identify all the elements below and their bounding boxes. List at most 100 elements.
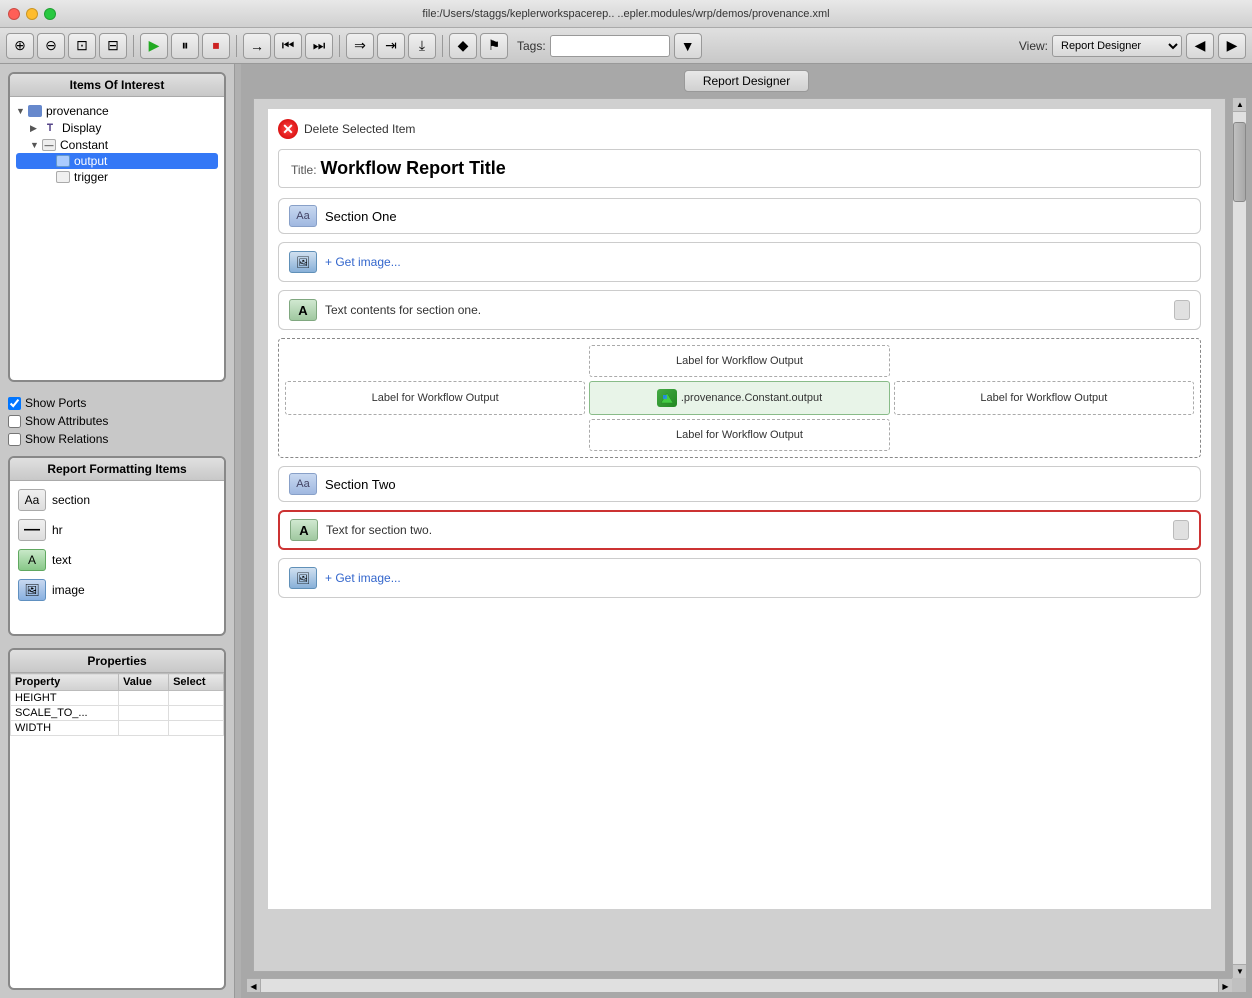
section-two-label: Section Two <box>325 477 396 492</box>
fit-button[interactable]: ⊡ <box>68 33 96 59</box>
image-icon-1: 🖼 <box>289 251 317 273</box>
show-relations-checkbox[interactable] <box>8 433 21 446</box>
show-attributes-row: Show Attributes <box>8 414 226 428</box>
report-title-value: Workflow Report Title <box>320 158 505 178</box>
delete-selected-button[interactable]: ✕ Delete Selected Item <box>278 119 1201 139</box>
scroll-up-button[interactable]: ▲ <box>1233 98 1246 112</box>
wf-center-label: .provenance.Constant.output <box>681 392 822 404</box>
prop-col-select: Select <box>169 674 224 691</box>
format-item-image[interactable]: 🖼 image <box>16 577 218 603</box>
wf-bottom-label[interactable]: Label for Workflow Output <box>589 419 889 451</box>
text-scrollbar-1[interactable] <box>1174 300 1190 320</box>
trigger-icon <box>56 171 70 183</box>
tree-expander-constant[interactable]: ▼ <box>30 140 42 150</box>
wf-empty-topleft <box>285 345 585 377</box>
view-select[interactable]: Report Designer Workflow Editor Results <box>1052 35 1182 57</box>
tags-area: Tags: ▼ <box>517 33 702 59</box>
prop-row-width: WIDTH <box>11 721 224 736</box>
format-item-hr[interactable]: — hr <box>16 517 218 543</box>
scroll-right-button[interactable]: ▶ <box>1218 979 1232 992</box>
tree-item-output[interactable]: · output <box>16 153 218 169</box>
provenance-icon <box>657 389 677 407</box>
tree-expander-provenance[interactable]: ▼ <box>16 106 28 116</box>
text-block-section-one[interactable]: A Text contents for section one. <box>278 290 1201 330</box>
tree-expander-trigger: · <box>44 172 56 182</box>
image-block-section-one[interactable]: 🖼 + Get image... <box>278 242 1201 282</box>
workflow-output-grid[interactable]: Label for Workflow Output Label for Work… <box>278 338 1201 458</box>
output-icon <box>56 155 70 167</box>
prop-height-select[interactable] <box>169 691 224 706</box>
show-ports-label: Show Ports <box>25 396 86 410</box>
section-two-block[interactable]: Aa Section Two <box>278 466 1201 502</box>
report-inner: ✕ Delete Selected Item Title: Workflow R… <box>268 109 1211 909</box>
pause-button[interactable]: ⏸ <box>171 33 199 59</box>
report-designer-button[interactable]: Report Designer <box>684 70 809 92</box>
show-attributes-checkbox[interactable] <box>8 415 21 428</box>
flag-button[interactable]: ⚑ <box>480 33 508 59</box>
tree-item-constant[interactable]: ▼ — Constant <box>16 137 218 153</box>
wf-top-label[interactable]: Label for Workflow Output <box>589 345 889 377</box>
wf-right-label[interactable]: Label for Workflow Output <box>894 381 1194 415</box>
horizontal-scrollbar[interactable]: ◀ ▶ <box>247 978 1232 992</box>
bookmark-button[interactable]: ◆ <box>449 33 477 59</box>
scroll-corner <box>1232 978 1246 992</box>
prop-width-value[interactable] <box>119 721 169 736</box>
scroll-down-button[interactable]: ▼ <box>1233 964 1246 978</box>
vertical-scrollbar[interactable]: ▲ ▼ <box>1232 98 1246 978</box>
stop-button[interactable]: ⏹ <box>202 33 230 59</box>
view-nav-button[interactable]: ◀ <box>1186 33 1214 59</box>
section-one-block[interactable]: Aa Section One <box>278 198 1201 234</box>
text-block-section-two[interactable]: A Text for section two. <box>278 510 1201 550</box>
next-button[interactable]: → <box>243 33 271 59</box>
scroll-left-button[interactable]: ◀ <box>247 979 261 992</box>
close-button[interactable] <box>8 8 20 20</box>
format-item-text[interactable]: A text <box>16 547 218 573</box>
show-attributes-label: Show Attributes <box>25 414 108 428</box>
main-layout: Items Of Interest ▼ provenance ▶ 𝐓 Displ… <box>0 64 1252 998</box>
h-scroll-track[interactable] <box>261 979 1218 992</box>
prop-width-select[interactable] <box>169 721 224 736</box>
text-scrollbar-2[interactable] <box>1173 520 1189 540</box>
checkboxes-area: Show Ports Show Attributes Show Relation… <box>0 390 234 452</box>
prev-button[interactable]: ⏭ <box>305 33 333 59</box>
report-canvas[interactable]: ✕ Delete Selected Item Title: Workflow R… <box>253 98 1226 972</box>
tree-item-display[interactable]: ▶ 𝐓 Display <box>16 119 218 137</box>
prop-scale-select[interactable] <box>169 706 224 721</box>
image-block-section-two[interactable]: 🖼 + Get image... <box>278 558 1201 598</box>
run-button[interactable]: ▶ <box>140 33 168 59</box>
view-nav-forward-button[interactable]: ▶ <box>1218 33 1246 59</box>
tree-expander-display[interactable]: ▶ <box>30 123 42 134</box>
tree-label-provenance: provenance <box>46 104 109 118</box>
minimize-button[interactable] <box>26 8 38 20</box>
format-item-section[interactable]: Aa section <box>16 487 218 513</box>
view-area: View: Report Designer Workflow Editor Re… <box>1019 33 1246 59</box>
report-title-row[interactable]: Title: Workflow Report Title <box>278 149 1201 188</box>
scroll-track[interactable] <box>1233 112 1246 964</box>
maximize-button[interactable] <box>44 8 56 20</box>
step-button[interactable]: ⇒ <box>346 33 374 59</box>
text-icon-2: A <box>290 519 318 541</box>
show-ports-checkbox[interactable] <box>8 397 21 410</box>
display-icon: 𝐓 <box>42 120 58 136</box>
zoom-actual-button[interactable]: ⊟ <box>99 33 127 59</box>
tags-input[interactable] <box>550 35 670 57</box>
step-out-button[interactable]: ⇥ <box>377 33 405 59</box>
wf-center-provenance[interactable]: .provenance.Constant.output <box>589 381 889 415</box>
prop-scale-value[interactable] <box>119 706 169 721</box>
scroll-thumb[interactable] <box>1233 122 1246 202</box>
section-label: section <box>52 493 90 507</box>
hr-label: hr <box>52 523 63 537</box>
tree-item-provenance[interactable]: ▼ provenance <box>16 103 218 119</box>
prop-height-value[interactable] <box>119 691 169 706</box>
zoom-in-button[interactable]: ⊕ <box>6 33 34 59</box>
zoom-out-button[interactable]: ⊖ <box>37 33 65 59</box>
prop-col-value: Value <box>119 674 169 691</box>
toolbar-separator-1 <box>133 35 134 57</box>
first-button[interactable]: ⏮ <box>274 33 302 59</box>
wf-left-label[interactable]: Label for Workflow Output <box>285 381 585 415</box>
tree-item-trigger[interactable]: · trigger <box>16 169 218 185</box>
tags-dropdown-button[interactable]: ▼ <box>674 33 702 59</box>
text-icon-1: A <box>289 299 317 321</box>
properties-panel: Properties Property Value Select HEIGHT <box>8 648 226 990</box>
step-over-button[interactable]: ⤓ <box>408 33 436 59</box>
